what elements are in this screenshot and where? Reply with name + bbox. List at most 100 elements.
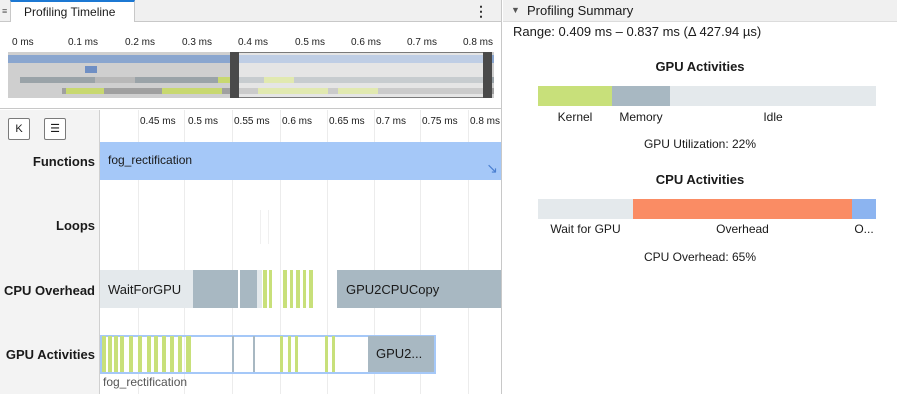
selection-right-handle[interactable] [483, 52, 492, 98]
gpu-kernel-segment[interactable] [108, 336, 112, 372]
cpu-wait-label: Wait for GPU [550, 222, 621, 236]
cpu-wait-share[interactable] [538, 199, 633, 219]
cpu-idle-segment [257, 270, 262, 308]
axis-tick: 0.8 ms [470, 116, 501, 127]
cpu-kernel-segment[interactable] [296, 270, 300, 308]
cpu-overhead-label: Overhead [716, 222, 769, 236]
row-label-column: K ☰ Functions Loops CPU Overhead GPU Act… [0, 110, 100, 394]
overview-tick: 0.7 ms [407, 37, 438, 48]
gpu-kernel-segment[interactable] [147, 336, 151, 372]
cpu-copy-label: GPU2CPUCopy [346, 282, 440, 297]
navigate-link-icon[interactable]: ↘ [486, 160, 498, 177]
gpu-memory-segment[interactable] [253, 336, 255, 372]
cpu-memory-segment[interactable] [193, 270, 238, 308]
gpu-kernel-share[interactable] [538, 86, 612, 106]
gpu-activities-title: GPU Activities [655, 59, 745, 74]
loop-marker [268, 210, 269, 244]
gpu-kernel-label: Kernel [557, 110, 593, 124]
profiling-timeline-panel: ≡ Profiling Timeline ⋮ 0 ms 0.1 ms 0.2 m… [0, 0, 502, 394]
overview-cpu-gap [95, 77, 135, 83]
profiling-summary-panel: ▼ Profiling Summary Range: 0.409 ms – 0.… [503, 0, 897, 394]
gpu-kernel-segment[interactable] [114, 336, 118, 372]
cpu-kernel-segment[interactable] [290, 270, 293, 308]
gpu-gpu2cpu-copy[interactable]: GPU2... [368, 336, 434, 372]
gpu-kernel-segment[interactable] [332, 336, 335, 372]
gpu-idle-share[interactable] [670, 86, 876, 106]
axis-tick: 0.65 ms [329, 116, 365, 127]
axis-tick: 0.6 ms [282, 116, 313, 127]
cpu-other-share[interactable] [852, 199, 876, 219]
overview-tick: 0.6 ms [351, 37, 382, 48]
more-options-icon[interactable]: ⋮ [473, 2, 489, 20]
axis-tick: 0.75 ms [422, 116, 458, 127]
tab-bar: ≡ Profiling Timeline ⋮ [0, 0, 501, 23]
gpu-memory-segment[interactable] [232, 336, 234, 372]
gpu-kernel-segment[interactable] [162, 336, 166, 372]
cpu-overhead-share[interactable] [633, 199, 852, 219]
summary-header[interactable]: ▼ Profiling Summary [503, 0, 897, 22]
cpu-wait-label: WaitForGPU [108, 282, 182, 297]
overview-tick: 0.3 ms [182, 37, 213, 48]
selection-left-handle[interactable] [230, 52, 239, 98]
axis-tick: 0.7 ms [376, 116, 407, 127]
axis-tick: 0.5 ms [188, 116, 219, 127]
cpu-wait-for-gpu[interactable]: WaitForGPU [100, 270, 193, 308]
overview-loop-bar [85, 66, 97, 73]
loop-marker [260, 210, 261, 244]
gpu-kernel-segment[interactable] [325, 336, 328, 372]
gpu-kernel-segment[interactable] [120, 336, 124, 372]
cpu-gpu2cpu-copy[interactable]: GPU2CPUCopy [337, 270, 501, 308]
gpu-kernel-segment[interactable] [280, 336, 283, 372]
cpu-kernel-segment[interactable] [309, 270, 313, 308]
gpu-kernel-segment[interactable] [129, 336, 133, 372]
gpu-kernel-segment[interactable] [138, 336, 142, 372]
cpu-memory-segment[interactable] [240, 270, 257, 308]
gpu-activities-bar [538, 86, 876, 106]
overview-gpu-kernel [66, 88, 104, 94]
row-label-cpu-overhead: CPU Overhead [3, 283, 95, 298]
timeline-detail: K ☰ Functions Loops CPU Overhead GPU Act… [0, 110, 501, 394]
overview-tick: 0.2 ms [125, 37, 156, 48]
overview-tick: 0.5 ms [295, 37, 326, 48]
axis-tick: 0.55 ms [234, 116, 270, 127]
overview-selection-window[interactable] [238, 52, 486, 98]
gpu-idle-label: Idle [763, 110, 783, 124]
gpu-kernel-segment[interactable] [102, 336, 106, 372]
row-label-functions: Functions [32, 154, 95, 169]
overview-tick: 0.8 ms [463, 37, 494, 48]
keyboard-shortcuts-button[interactable]: K [8, 118, 30, 140]
function-bar-label: fog_rectification [108, 153, 193, 167]
cpu-activities-bar [538, 199, 876, 219]
function-bar-fog-rectification[interactable]: fog_rectification ↘ [100, 142, 501, 180]
gpu-kernel-segment[interactable] [154, 336, 158, 372]
gpu-kernel-segment[interactable] [295, 336, 298, 372]
cpu-activities-title: CPU Activities [655, 172, 745, 187]
legend-button[interactable]: ☰ [44, 118, 66, 140]
timeline-plot-area[interactable]: 0.45 ms 0.5 ms 0.55 ms 0.6 ms 0.65 ms 0.… [100, 110, 501, 394]
cpu-kernel-segment[interactable] [263, 270, 267, 308]
gpu-kernel-segment[interactable] [288, 336, 291, 372]
cpu-other-label: O... [854, 222, 874, 236]
overview-tick: 0.4 ms [238, 37, 269, 48]
timeline-overview[interactable]: 0 ms 0.1 ms 0.2 ms 0.3 ms 0.4 ms 0.5 ms … [0, 22, 501, 109]
collapse-caret-icon[interactable]: ▼ [511, 5, 521, 17]
range-readout: Range: 0.409 ms – 0.837 ms (Δ 427.94 µs) [513, 24, 762, 39]
row-label-loops: Loops [56, 218, 95, 233]
overview-tick: 0 ms [12, 37, 34, 48]
cpu-kernel-segment[interactable] [269, 270, 272, 308]
overview-gpu-kernel [162, 88, 222, 94]
gpu-kernel-segment[interactable] [170, 336, 174, 372]
gpu-kernel-segment[interactable] [178, 336, 182, 372]
cpu-kernel-segment[interactable] [283, 270, 287, 308]
tab-profiling-timeline[interactable]: Profiling Timeline [10, 0, 135, 23]
axis-tick: 0.45 ms [140, 116, 176, 127]
overview-tick: 0.1 ms [68, 37, 99, 48]
gpu-memory-label: Memory [619, 110, 663, 124]
drag-handle-icon[interactable]: ≡ [2, 4, 10, 18]
gpu-kernel-segment[interactable] [186, 336, 191, 372]
gpu-copy-label: GPU2... [376, 346, 423, 361]
cpu-kernel-segment[interactable] [303, 270, 306, 308]
cpu-overhead-metric: CPU Overhead: 65% [643, 250, 757, 264]
gpu-kernel-caption: fog_rectification [103, 375, 188, 389]
gpu-memory-share[interactable] [612, 86, 670, 106]
